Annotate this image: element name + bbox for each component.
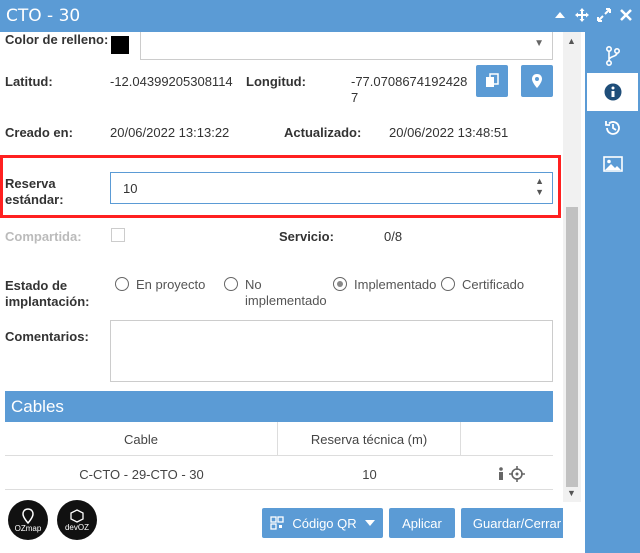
color-swatch[interactable] [111,36,129,54]
updated-label: Actualizado: [284,125,362,140]
locate-icon[interactable] [507,458,527,490]
reserva-input[interactable]: 10 ▲ ▼ [110,172,553,204]
radio-certificado[interactable] [441,277,455,291]
radio-certificado-label: Certificado [462,277,525,292]
cell-reserva: 10 [362,466,377,482]
locate-button[interactable] [521,65,553,97]
created-label: Creado en: [5,125,73,140]
comentarios-textarea[interactable] [110,320,553,382]
window-titlebar: CTO - 30 [0,0,640,32]
cube-icon [70,508,84,523]
created-value: 20/06/2022 13:13:22 [110,125,230,140]
devoz-logo[interactable]: devOZ [57,500,97,540]
radio-no-implementado-label: No implementado [245,277,327,308]
scrollbar-thumb[interactable] [566,207,578,487]
table-row[interactable]: C-CTO - 29-CTO - 30 10 [5,458,553,490]
minimize-icon[interactable] [552,6,568,24]
cables-header: Cables [5,391,553,422]
spinner-icon[interactable]: ▲ ▼ [535,176,544,198]
pin-icon [22,507,34,524]
radio-en-proyecto[interactable] [115,277,129,291]
image-icon[interactable] [585,145,640,183]
compartida-label: Compartida: [5,229,82,244]
servicio-value: 0/8 [384,229,403,244]
form-panel: Color de relleno: ▼ Latitud: -12.0439920… [0,32,563,553]
branch-icon[interactable] [585,37,640,75]
cables-table-header: Cable Reserva técnica (m) [5,422,553,456]
col-cable[interactable]: Cable [5,422,278,456]
close-icon[interactable] [618,6,634,24]
radio-implementado[interactable] [333,277,347,291]
updated-value: 20/06/2022 13:48:51 [389,125,509,140]
latitude-label: Latitud: [5,74,53,89]
info-tab-icon[interactable] [587,73,638,111]
cell-cable: C-CTO - 29-CTO - 30 [79,466,204,482]
scroll-down-icon[interactable]: ▼ [567,488,576,498]
chevron-down-icon: ▼ [534,38,544,49]
radio-no-implementado[interactable] [224,277,238,291]
move-icon[interactable] [574,6,590,24]
scrollbar[interactable]: ▲ ▼ [563,32,581,502]
expand-icon[interactable] [596,6,612,24]
color-select[interactable]: ▼ [140,32,553,60]
col-actions [461,422,553,456]
scroll-up-icon[interactable]: ▲ [567,36,576,46]
estado-label: Estado de implantación: [5,278,90,309]
longitude-label: Longitud: [246,74,306,89]
history-icon[interactable] [585,109,640,147]
reserva-label: Reserva estándar: [5,176,64,207]
color-label: Color de relleno: [5,32,109,47]
comentarios-label: Comentarios: [5,329,89,344]
copy-icon [486,73,499,87]
longitude-value: -77.0708674192428 7 [351,74,468,105]
qr-code-button[interactable]: Código QR [262,508,383,538]
window-title: CTO - 30 [6,6,81,26]
qr-icon [270,516,284,530]
radio-en-proyecto-label: En proyecto [136,277,206,292]
compartida-checkbox[interactable] [111,228,125,242]
save-close-button[interactable]: Guardar/Cerrar [461,508,563,538]
col-reserva[interactable]: Reserva técnica (m) [278,422,461,456]
latitude-value: -12.04399205308114 [110,74,233,89]
reserva-value: 10 [123,181,138,196]
caret-down-icon [364,520,375,526]
apply-button[interactable]: Aplicar [389,508,455,538]
ozmap-logo[interactable]: OZmap [8,500,48,540]
servicio-label: Servicio: [279,229,334,244]
side-tabbar [585,32,640,553]
map-marker-icon [532,74,542,88]
window-controls [552,6,634,24]
copy-coords-button[interactable] [476,65,508,97]
cables-title: Cables [11,397,64,416]
radio-implementado-label: Implementado [354,277,437,292]
